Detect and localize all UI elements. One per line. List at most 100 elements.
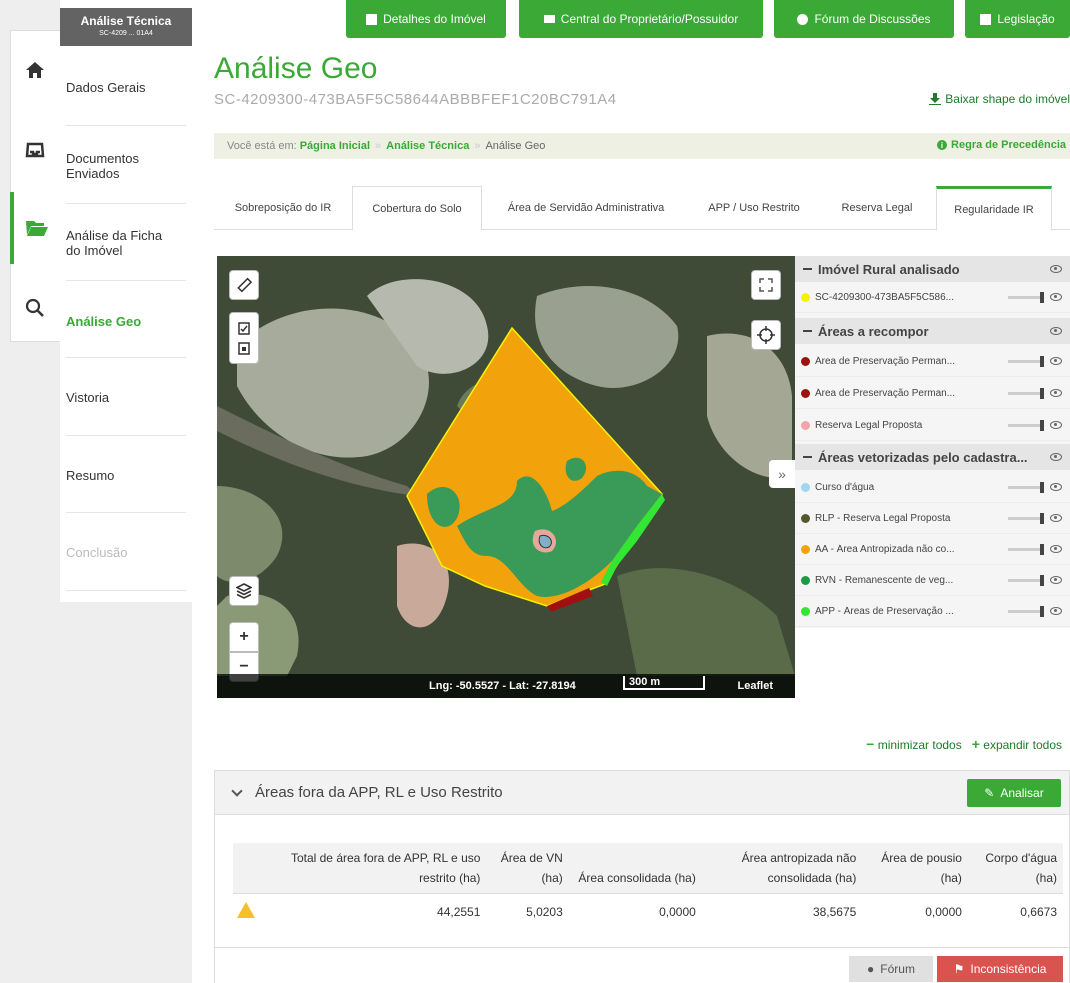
search-icon[interactable]	[10, 278, 60, 338]
table-cell: 5,0203	[526, 904, 563, 919]
chevron-down-icon[interactable]	[231, 784, 243, 797]
legend-row: Área de Preservação Perman...	[795, 378, 1070, 409]
nav-item-analise-geo[interactable]: Análise Geo	[66, 314, 186, 329]
plus-icon: +	[971, 736, 980, 752]
legend-row-label: Reserva Legal Proposta	[815, 419, 923, 431]
eye-icon[interactable]	[1050, 327, 1062, 335]
nav-item-documentos[interactable]: Documentos Enviados	[66, 151, 156, 181]
home-icon[interactable]	[10, 40, 60, 100]
opacity-slider[interactable]	[1008, 420, 1044, 431]
legend-group-imovel[interactable]: Imóvel Rural analisado	[795, 256, 1070, 282]
list-icon	[366, 13, 378, 25]
download-shape-link[interactable]: Baixar shape do imóvel	[929, 92, 1070, 106]
table-header: Área de VN (ha)	[486, 843, 569, 894]
table-header: Área consolidada (ha)	[568, 843, 702, 894]
legend-row-label: Área de Preservação Perman...	[815, 387, 956, 399]
eye-icon[interactable]	[1050, 576, 1062, 584]
legend-color-dot	[801, 420, 810, 430]
eye-icon[interactable]	[1050, 421, 1062, 429]
opacity-slider[interactable]	[1008, 606, 1044, 617]
opacity-slider[interactable]	[1008, 388, 1044, 399]
layers-icon[interactable]	[229, 576, 259, 606]
legend-row: Área de Preservação Perman...	[795, 346, 1070, 377]
eye-icon[interactable]	[1050, 453, 1062, 461]
map-view[interactable]: + − Lng: -50.5527 - Lat: -27.8194 300 m …	[217, 256, 795, 698]
legend-color-dot	[801, 482, 810, 492]
eye-icon[interactable]	[1050, 357, 1062, 365]
eye-icon[interactable]	[1050, 607, 1062, 615]
nav-item-ficha[interactable]: Análise da Ficha do Imóvel	[66, 228, 176, 258]
legend-group-recompor[interactable]: Áreas a recompor	[795, 318, 1070, 344]
water-body	[538, 534, 552, 549]
tab-regularidade[interactable]: Regularidade IR	[936, 186, 1052, 231]
owner-center-button[interactable]: Central do Proprietário/Possuidor	[519, 0, 763, 38]
table-cell: 44,2551	[437, 904, 481, 919]
legislation-button[interactable]: Legislação	[965, 0, 1070, 38]
panel-header[interactable]: Áreas fora da APP, RL e Uso Restrito ✎ A…	[215, 771, 1069, 815]
opacity-slider[interactable]	[1008, 575, 1044, 586]
precedence-rule-label: Regra de Precedência	[951, 139, 1066, 151]
inbox-icon[interactable]	[10, 120, 60, 180]
tab-reserva-legal[interactable]: Reserva Legal	[818, 186, 936, 230]
icon-rail	[0, 0, 60, 983]
tab-app[interactable]: APP / Uso Restrito	[690, 186, 818, 230]
opacity-slider[interactable]	[1008, 292, 1044, 303]
nav-separator	[66, 435, 186, 436]
nav-header: Análise Técnica SC-4209 ... 01A4	[60, 8, 192, 46]
panel-footer: ● Fórum ⚑ Inconsistência	[215, 947, 1069, 983]
table-header-icon	[233, 843, 265, 894]
opacity-slider[interactable]	[1008, 482, 1044, 493]
minimize-expand-controls: − minimizar todos + expandir todos	[866, 736, 1062, 752]
legend-row-label: SC-4209300-473BA5F5C586...	[815, 291, 954, 303]
ruler-icon[interactable]	[229, 270, 259, 300]
legend-row-label: RVN - Remanescente de veg...	[815, 574, 954, 586]
legend-row-label: Área de Preservação Perman...	[815, 355, 956, 367]
nav-item-resumo[interactable]: Resumo	[66, 468, 186, 483]
clipboard-icon[interactable]	[238, 341, 250, 355]
opacity-slider[interactable]	[1008, 544, 1044, 555]
precedence-rule-link[interactable]: i Regra de Precedência	[937, 139, 1066, 151]
tab-sobreposicao[interactable]: Sobreposição do IR	[214, 186, 352, 230]
folder-open-icon[interactable]	[10, 192, 60, 264]
fullscreen-icon[interactable]	[751, 270, 781, 300]
eye-icon[interactable]	[1050, 483, 1062, 491]
expand-all-link[interactable]: + expandir todos	[972, 736, 1062, 752]
inconsistency-button[interactable]: ⚑ Inconsistência	[937, 956, 1063, 982]
breadcrumb-analysis-link[interactable]: Análise Técnica	[386, 140, 469, 152]
eye-icon[interactable]	[1050, 265, 1062, 273]
nav-header-sub: SC-4209 ... 01A4	[99, 30, 153, 37]
opacity-slider[interactable]	[1008, 513, 1044, 524]
legend-row: RLP - Reserva Legal Proposta	[795, 503, 1070, 534]
forum-discussions-button[interactable]: Fórum de Discussões	[774, 0, 954, 38]
nav-item-vistoria[interactable]: Vistoria	[66, 390, 186, 405]
opacity-slider[interactable]	[1008, 356, 1044, 367]
nav-item-dados-gerais[interactable]: Dados Gerais	[66, 80, 186, 95]
eye-icon[interactable]	[1050, 293, 1062, 301]
minimize-all-link[interactable]: − minimizar todos	[866, 736, 962, 752]
collapse-legend-button[interactable]: »	[769, 460, 795, 488]
legend-row: APP - Áreas de Preservação ...	[795, 596, 1070, 627]
eye-icon[interactable]	[1050, 514, 1062, 522]
breadcrumb-current: Análise Geo	[485, 140, 546, 152]
edit-icon: ✎	[984, 786, 995, 800]
leaflet-attribution[interactable]: Leaflet	[738, 680, 773, 692]
tab-servidao[interactable]: Área de Servidão Administrativa	[482, 186, 690, 230]
eye-icon[interactable]	[1050, 545, 1062, 553]
legend-group-title: Áreas vetorizadas pelo cadastra...	[818, 449, 1028, 465]
zoom-in-button[interactable]: +	[229, 622, 259, 652]
download-icon	[929, 93, 942, 105]
clipboard-check-icon[interactable]	[238, 321, 250, 335]
analyze-button[interactable]: ✎ Analisar	[967, 779, 1061, 807]
table-row: 44,2551 5,0203 0,0000 38,5675 0,0000 0,6…	[233, 894, 1063, 930]
eye-icon[interactable]	[1050, 389, 1062, 397]
legend-group-vetorizadas[interactable]: Áreas vetorizadas pelo cadastra...	[795, 444, 1070, 470]
crosshair-icon[interactable]	[751, 320, 781, 350]
breadcrumb-home-link[interactable]: Página Inicial	[300, 140, 370, 152]
property-details-button[interactable]: Detalhes do Imóvel	[346, 0, 506, 38]
tab-cobertura[interactable]: Cobertura do Solo	[352, 186, 482, 230]
clipboard-tools	[229, 312, 259, 364]
legend-group-title: Áreas a recompor	[818, 323, 929, 339]
forum-button[interactable]: ● Fórum	[849, 956, 933, 982]
map-legend: Imóvel Rural analisado SC-4209300-473BA5…	[795, 256, 1070, 628]
forum-label: Fórum	[880, 962, 915, 976]
